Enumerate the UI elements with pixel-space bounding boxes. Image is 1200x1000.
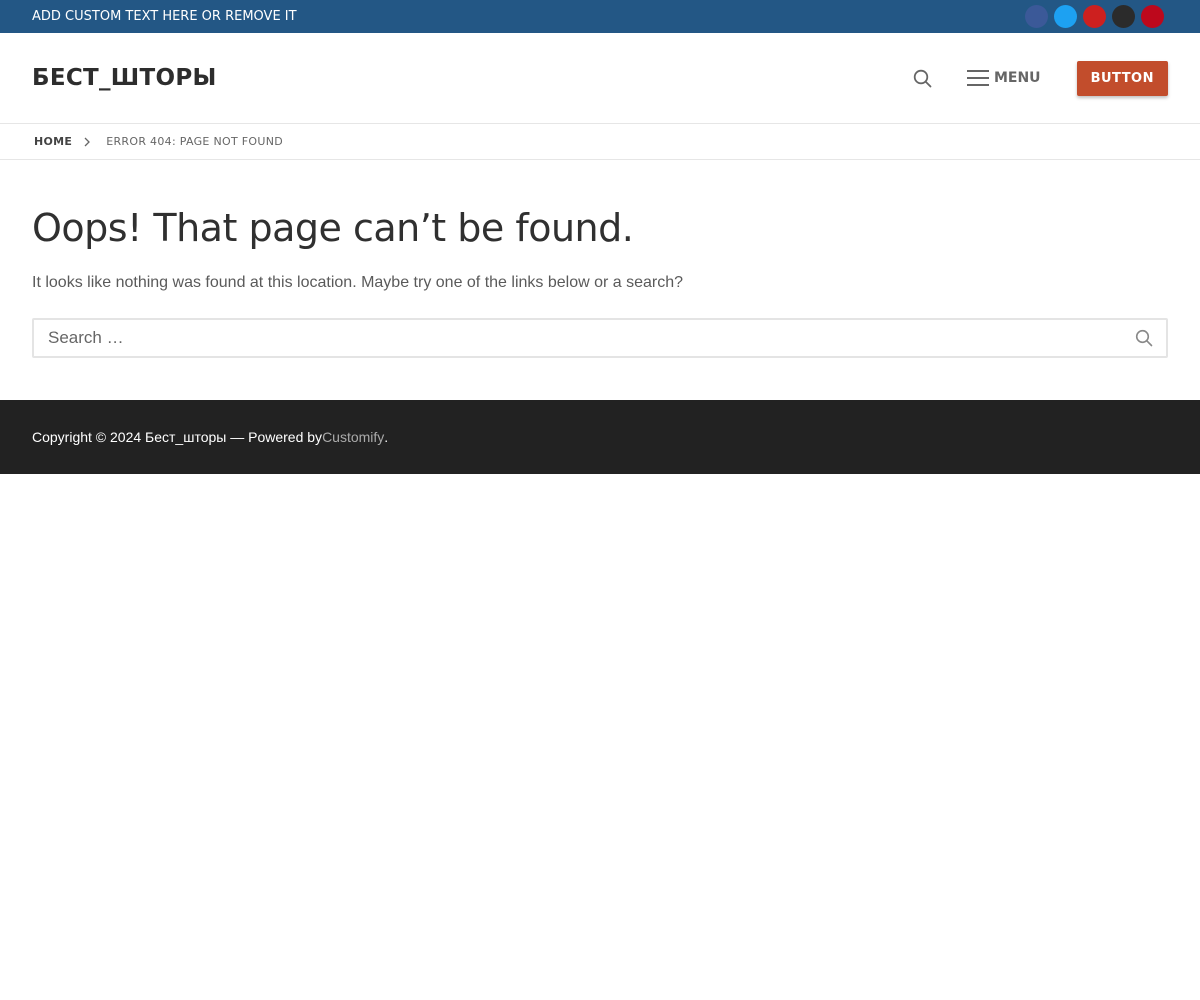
menu-toggle-button[interactable]: MENU	[966, 70, 1041, 86]
breadcrumb-home-link[interactable]: HOME	[34, 135, 72, 148]
breadcrumb: HOME ERROR 404: PAGE NOT FOUND	[0, 124, 1200, 160]
header-actions: MENU BUTTON	[911, 60, 1168, 96]
site-header: БЕСТ_ШТОРЫ MENU BUTTON	[0, 33, 1200, 124]
footer-copyright: Copyright © 2024 Бест_шторы — Powered by	[32, 429, 323, 445]
page-title: Oops! That page can’t be found.	[32, 206, 634, 250]
top-bar: ADD CUSTOM TEXT HERE OR REMOVE IT	[0, 0, 1200, 33]
instagram-icon[interactable]	[1112, 5, 1135, 28]
youtube-icon[interactable]	[1083, 5, 1106, 28]
chevron-right-icon	[84, 137, 92, 147]
twitter-icon[interactable]	[1054, 5, 1077, 28]
header-cta-button[interactable]: BUTTON	[1076, 60, 1168, 96]
search-icon	[1135, 329, 1153, 347]
search-submit-button[interactable]	[1134, 328, 1154, 348]
page-description: It looks like nothing was found at this …	[32, 274, 684, 291]
pinterest-icon[interactable]	[1141, 5, 1164, 28]
search-input[interactable]	[46, 327, 1046, 349]
social-icons	[1025, 5, 1164, 28]
hamburger-icon	[966, 70, 989, 86]
footer-suffix: .	[384, 429, 389, 445]
menu-label: MENU	[993, 70, 1041, 86]
facebook-icon[interactable]	[1025, 5, 1048, 28]
main-content: Oops! That page can’t be found. It looks…	[0, 160, 1200, 400]
site-logo[interactable]: БЕСТ_ШТОРЫ	[32, 65, 217, 91]
site-footer: Copyright © 2024 Бест_шторы — Powered by…	[0, 400, 1200, 474]
search-icon[interactable]	[911, 66, 935, 90]
search-form	[32, 318, 1168, 358]
footer-customify-link[interactable]: Customify	[322, 429, 384, 445]
breadcrumb-current: ERROR 404: PAGE NOT FOUND	[106, 135, 284, 148]
topbar-custom-text: ADD CUSTOM TEXT HERE OR REMOVE IT	[32, 9, 297, 24]
